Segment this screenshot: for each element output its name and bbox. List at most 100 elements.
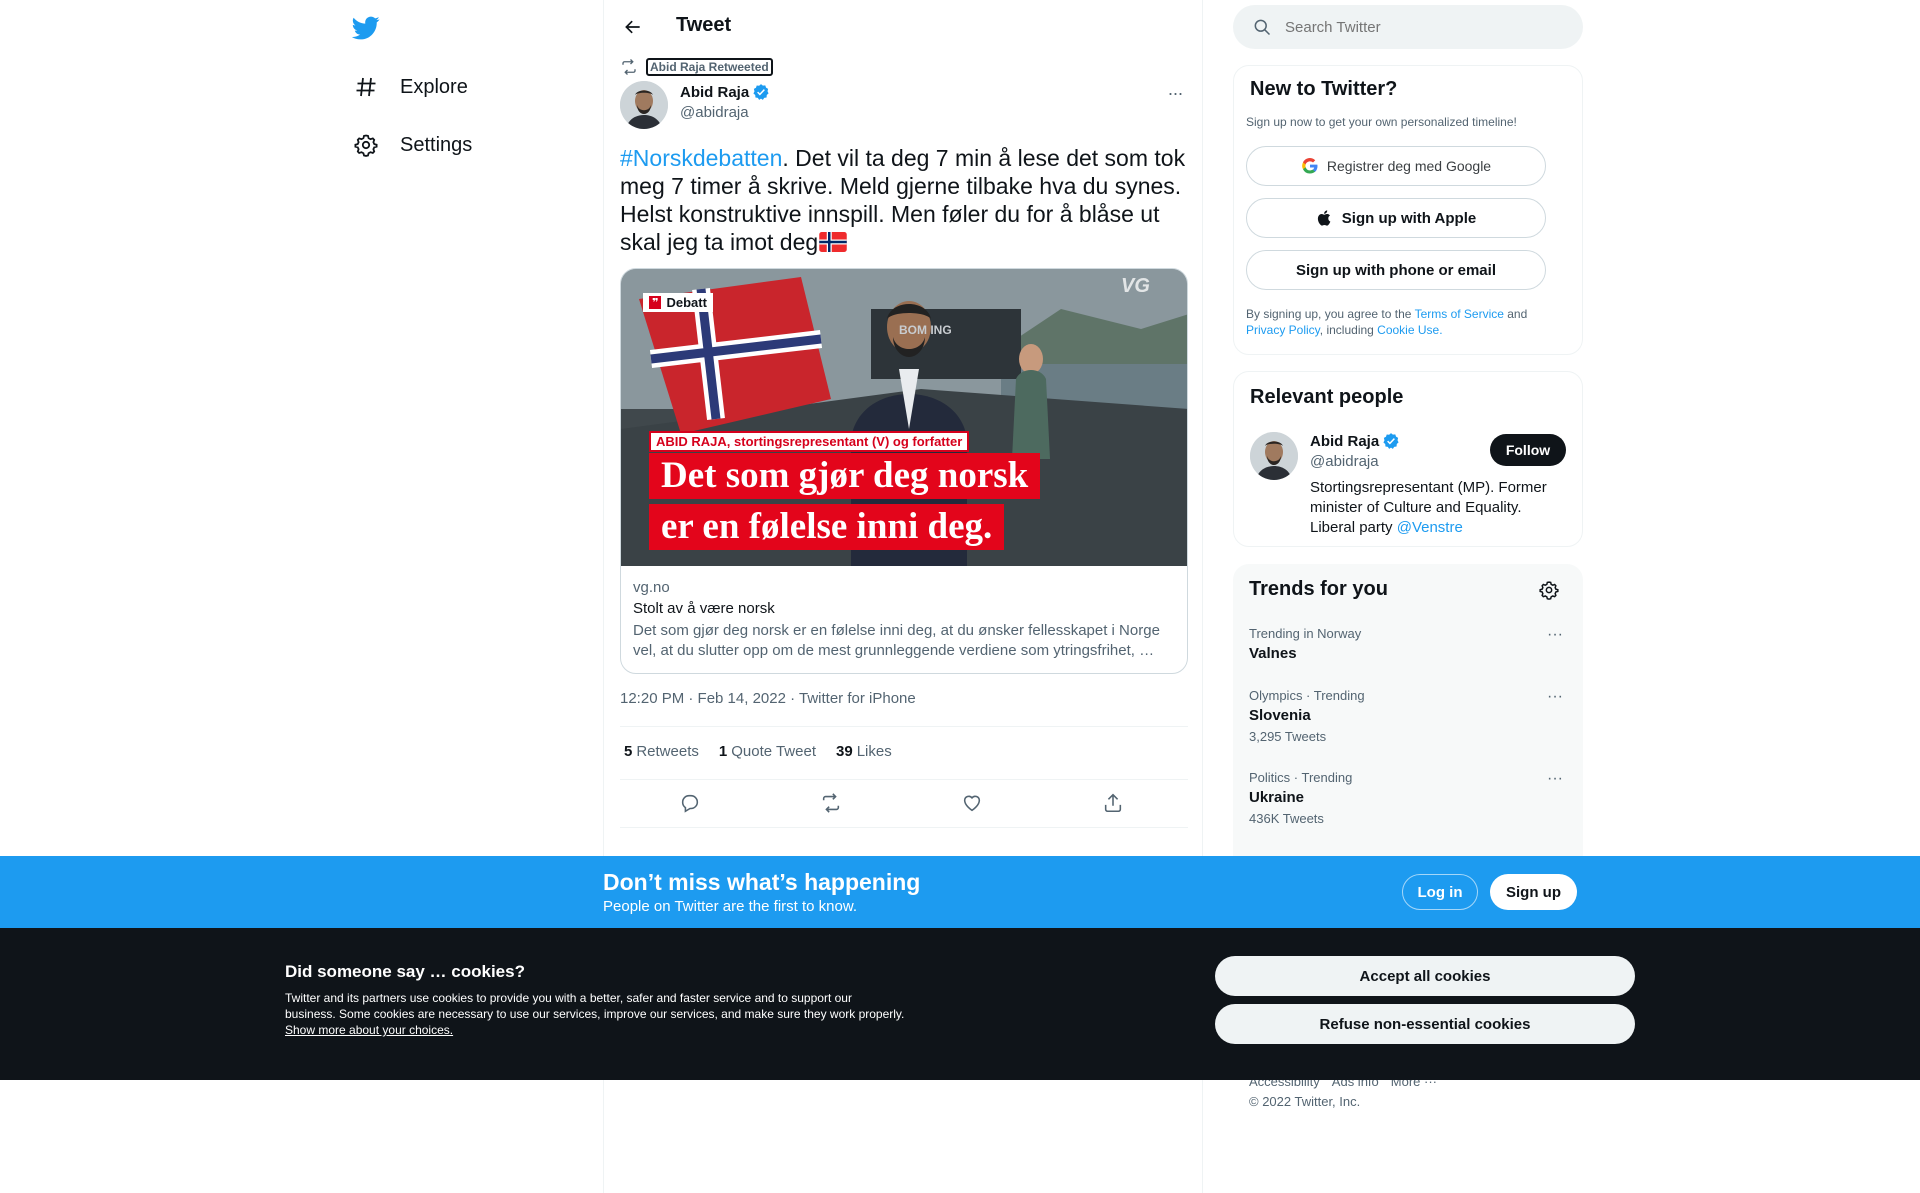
divider bbox=[620, 827, 1188, 828]
relevant-people-title: Relevant people bbox=[1250, 386, 1404, 408]
cookie-body: Twitter and its partners use cookies to … bbox=[285, 991, 905, 1021]
google-signup-button[interactable]: Registrer deg med Google bbox=[1246, 146, 1546, 186]
article-author-caption: ABID RAJA, stortingsrepresentant (V) og … bbox=[649, 431, 970, 452]
likes-count: 39 bbox=[836, 743, 853, 760]
venstre-mention-link[interactable]: @Venstre bbox=[1397, 519, 1463, 536]
norway-flag-icon bbox=[819, 230, 847, 252]
trends-panel: Trends for you Trending in Norway Valnes… bbox=[1233, 564, 1583, 856]
retweeted-by-link[interactable]: Abid Raja Retweeted bbox=[646, 58, 773, 76]
debatt-tag: ❞ Debatt bbox=[643, 293, 713, 312]
relevant-person-name-row: Abid Raja bbox=[1310, 432, 1400, 450]
login-button[interactable]: Log in bbox=[1402, 874, 1478, 910]
reply-icon[interactable] bbox=[675, 788, 705, 818]
trend-count: 436K Tweets bbox=[1249, 811, 1324, 826]
tweet-header: Tweet bbox=[604, 0, 1204, 53]
terms-text: By signing up, you agree to the bbox=[1246, 307, 1415, 321]
link-card-meta: vg.no Stolt av å være norsk Det som gjør… bbox=[633, 579, 1178, 661]
verified-badge-icon bbox=[1383, 433, 1399, 449]
author-names: Abid Raja @abidraja bbox=[680, 83, 770, 129]
hashtag-icon bbox=[352, 73, 380, 101]
gear-icon bbox=[352, 131, 380, 159]
terms-of-service-link[interactable]: Terms of Service bbox=[1415, 307, 1504, 321]
google-icon bbox=[1302, 157, 1318, 174]
hashtag-link[interactable]: #Norskdebatten bbox=[620, 145, 782, 171]
back-button[interactable] bbox=[618, 12, 648, 42]
apple-signup-label: Sign up with Apple bbox=[1341, 209, 1477, 227]
divider bbox=[620, 779, 1188, 780]
relevant-person-handle: @abidraja bbox=[1310, 453, 1379, 470]
trend-name: Slovenia bbox=[1249, 707, 1311, 724]
google-signup-label: Registrer deg med Google bbox=[1326, 158, 1492, 174]
avatar[interactable] bbox=[1250, 432, 1298, 480]
search-box bbox=[1233, 5, 1583, 49]
terms-and: and bbox=[1503, 307, 1528, 321]
cookie-banner: Did someone say … cookies? Twitter and i… bbox=[0, 928, 1920, 1080]
nav-explore-label: Explore bbox=[400, 75, 468, 98]
phone-email-signup-button[interactable]: Sign up with phone or email bbox=[1246, 250, 1546, 290]
search-input[interactable] bbox=[1285, 18, 1565, 36]
retweet-icon bbox=[622, 59, 636, 75]
trend-count: 3,295 Tweets bbox=[1249, 729, 1327, 744]
tweet-timestamp[interactable]: 12:20 PM · Feb 14, 2022 · Twitter for iP… bbox=[620, 690, 916, 707]
cookie-more-link[interactable]: Show more about your choices. bbox=[285, 1023, 453, 1037]
signup-banner-title: Don’t miss what’s happening bbox=[603, 869, 921, 895]
trend-context: Olympics · Trending bbox=[1249, 688, 1365, 703]
vg-logo: VG bbox=[1121, 275, 1150, 297]
refuse-cookies-button[interactable]: Refuse non-essential cookies bbox=[1215, 1004, 1635, 1044]
debatt-label: Debatt bbox=[666, 295, 707, 310]
apple-icon bbox=[1317, 210, 1331, 226]
signup-banner-subtitle: People on Twitter are the first to know. bbox=[603, 898, 858, 915]
trend-more-icon[interactable]: ··· bbox=[1547, 688, 1563, 706]
signup-button[interactable]: Sign up bbox=[1490, 874, 1577, 910]
avatar[interactable] bbox=[620, 81, 668, 129]
trend-item[interactable]: Trending in Norway Valnes ··· bbox=[1249, 626, 1569, 662]
tweet-author: Abid Raja @abidraja bbox=[620, 81, 770, 129]
trends-settings-icon[interactable] bbox=[1539, 580, 1559, 605]
trend-context: Politics · Trending bbox=[1249, 770, 1353, 785]
phone-email-signup-label: Sign up with phone or email bbox=[1295, 261, 1496, 279]
relevant-person-names: Abid Raja @abidraja bbox=[1310, 432, 1400, 470]
follow-button[interactable]: Follow bbox=[1490, 434, 1566, 466]
retweets-stat[interactable]: 5 Retweets bbox=[624, 743, 699, 760]
trend-item[interactable]: Politics · Trending Ukraine 436K Tweets … bbox=[1249, 770, 1569, 826]
retweet-action-icon[interactable] bbox=[816, 788, 846, 818]
privacy-policy-link[interactable]: Privacy Policy bbox=[1246, 323, 1320, 337]
author-name[interactable]: Abid Raja bbox=[680, 84, 749, 101]
apple-signup-button[interactable]: Sign up with Apple bbox=[1246, 198, 1546, 238]
trend-name: Ukraine bbox=[1249, 789, 1305, 806]
accept-cookies-button[interactable]: Accept all cookies bbox=[1215, 956, 1635, 996]
tweet-text: #Norskdebatten. Det vil ta deg 7 min å l… bbox=[620, 144, 1188, 256]
tweet-stats: 5 Retweets 1 Quote Tweet 39 Likes bbox=[624, 743, 912, 760]
signup-terms: By signing up, you agree to the Terms of… bbox=[1246, 306, 1566, 338]
author-handle: @abidraja bbox=[680, 104, 749, 121]
nav-settings[interactable]: Settings bbox=[352, 125, 472, 165]
relevant-person-bio: Stortingsrepresentant (MP). Former minis… bbox=[1310, 478, 1570, 538]
trend-more-icon[interactable]: ··· bbox=[1547, 626, 1563, 644]
card-title: Stolt av å være norsk bbox=[633, 600, 775, 617]
link-card-image: ❞ Debatt VG BOM ING ABID RAJA, stortingsr… bbox=[621, 269, 1187, 566]
boat-lettering: BOM ING bbox=[899, 323, 952, 337]
cookie-use-link[interactable]: Cookie Use. bbox=[1377, 323, 1442, 337]
copyright: © 2022 Twitter, Inc. bbox=[1249, 1094, 1361, 1109]
nav-explore[interactable]: Explore bbox=[352, 67, 468, 107]
more-options-icon[interactable]: ··· bbox=[1164, 82, 1186, 104]
new-to-twitter-title: New to Twitter? bbox=[1250, 78, 1398, 100]
share-icon[interactable] bbox=[1098, 788, 1128, 818]
card-domain: vg.no bbox=[633, 579, 670, 596]
cookie-title: Did someone say … cookies? bbox=[285, 962, 525, 981]
arrow-left-icon bbox=[625, 20, 640, 34]
trend-more-icon[interactable]: ··· bbox=[1547, 770, 1563, 788]
trend-item[interactable]: Olympics · Trending Slovenia 3,295 Tweet… bbox=[1249, 688, 1569, 744]
twitter-logo-icon[interactable] bbox=[351, 14, 381, 42]
likes-stat[interactable]: 39 Likes bbox=[836, 743, 892, 760]
link-card[interactable]: ❞ Debatt VG BOM ING ABID RAJA, stortingsr… bbox=[620, 268, 1188, 674]
relevant-person-name[interactable]: Abid Raja bbox=[1310, 433, 1379, 450]
quote-icon: ❞ bbox=[649, 296, 662, 309]
retweets-count: 5 bbox=[624, 743, 633, 760]
trend-context: Trending in Norway bbox=[1249, 626, 1362, 641]
quote-tweets-stat[interactable]: 1 Quote Tweet bbox=[719, 743, 816, 760]
like-icon[interactable] bbox=[957, 788, 987, 818]
divider bbox=[620, 726, 1188, 727]
terms-including: , including bbox=[1319, 323, 1378, 337]
new-to-twitter-panel: New to Twitter? Sign up now to get your … bbox=[1233, 65, 1583, 355]
